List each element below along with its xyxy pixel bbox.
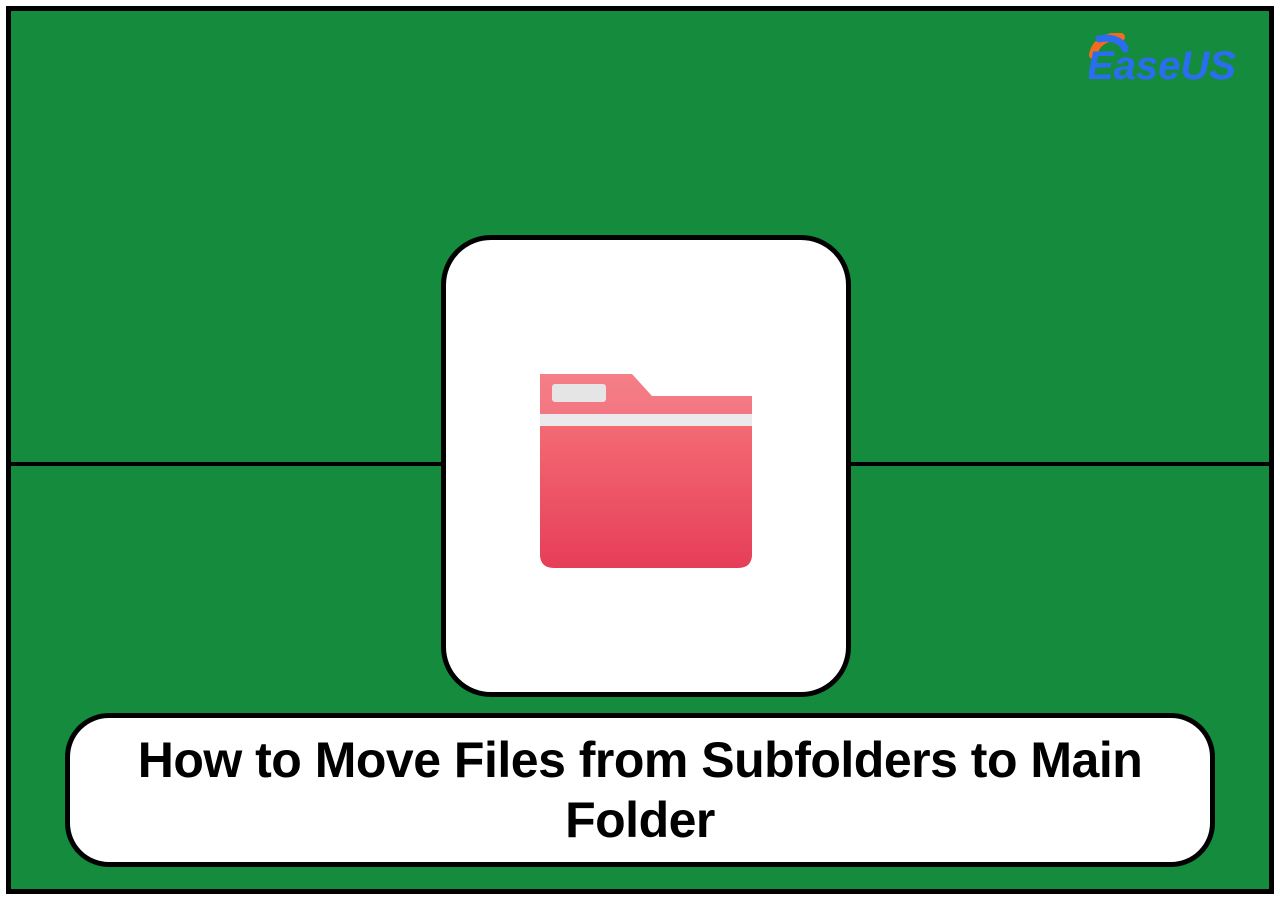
- brand-logo: EaseUS: [1089, 33, 1245, 85]
- folder-icon: [506, 326, 786, 606]
- icon-card: [441, 235, 851, 697]
- page-title: How to Move Files from Subfolders to Mai…: [100, 730, 1180, 850]
- title-card: How to Move Files from Subfolders to Mai…: [65, 713, 1215, 867]
- main-frame: EaseUS How to Mov: [6, 6, 1274, 894]
- svg-text:EaseUS: EaseUS: [1089, 44, 1236, 85]
